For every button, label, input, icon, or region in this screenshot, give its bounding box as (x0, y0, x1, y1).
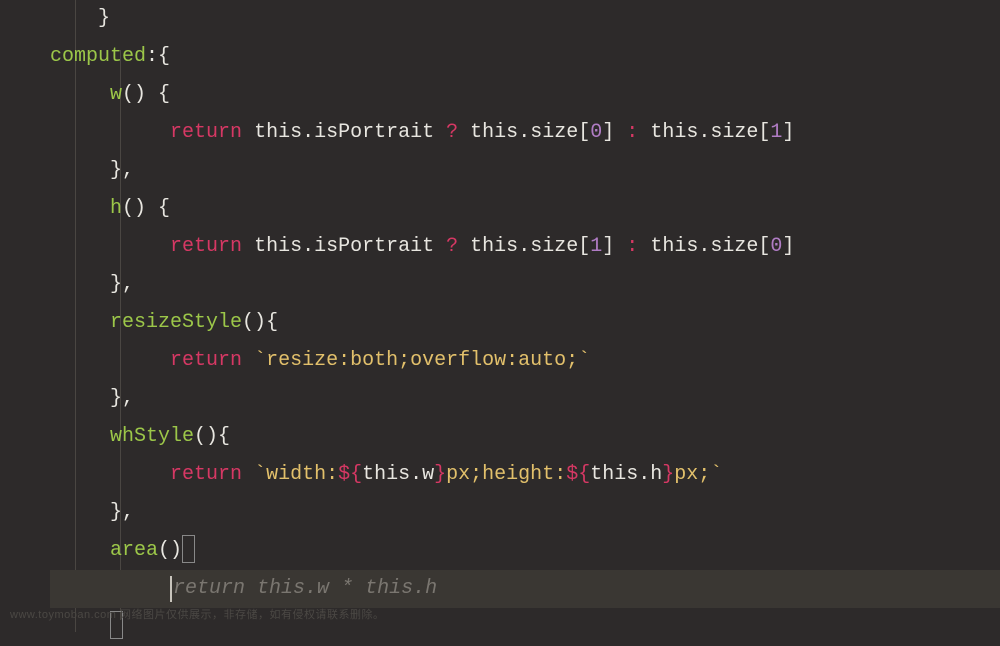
fn-h: h (110, 190, 122, 228)
parens: () (242, 304, 266, 342)
template-open: ${ (338, 456, 362, 494)
num-1: 1 (770, 114, 782, 152)
this-kw: this (650, 228, 698, 266)
prop-h: h (650, 456, 662, 494)
rbracket: ] (782, 228, 794, 266)
code-line[interactable]: }, (50, 494, 1000, 532)
template-open: ${ (566, 456, 590, 494)
prop-size: size (710, 228, 758, 266)
code-line[interactable]: return `resize:both;overflow:auto;` (50, 342, 1000, 380)
backtick: ` (710, 456, 722, 494)
ternary-colon: : (626, 228, 638, 266)
code-line-suggestion[interactable]: return this.w * this.h (50, 570, 1000, 608)
text-cursor (170, 576, 172, 602)
rbracket: ] (602, 114, 614, 152)
brace-close-comma: }, (110, 380, 134, 418)
prop-size: size (530, 114, 578, 152)
brace-open: { (146, 190, 170, 228)
this-kw: this (362, 456, 410, 494)
brace-close-comma: }, (110, 494, 134, 532)
dot: . (302, 228, 314, 266)
computed-key: computed (50, 38, 146, 76)
prop-isPortrait: isPortrait (314, 114, 434, 152)
code-line[interactable]: return `width:${this.w}px;height:${this.… (50, 456, 1000, 494)
dot: . (518, 114, 530, 152)
code-line[interactable]: w() { (50, 76, 1000, 114)
template-close: } (662, 456, 674, 494)
this-kw: this (470, 228, 518, 266)
code-line[interactable]: computed:{ (50, 38, 1000, 76)
string-content: width: (266, 456, 338, 494)
parens: () (122, 190, 146, 228)
code-editor[interactable]: } computed:{ w() { return this.isPortrai… (0, 0, 1000, 646)
ternary-q: ? (446, 114, 458, 152)
code-line[interactable]: return this.isPortrait ? this.size[0] : … (50, 114, 1000, 152)
string-content: px;height: (446, 456, 566, 494)
rbracket: ] (602, 228, 614, 266)
fn-area: area (110, 532, 158, 570)
lbracket: [ (578, 114, 590, 152)
prop-size: size (710, 114, 758, 152)
dot: . (638, 456, 650, 494)
parens: () (158, 532, 182, 570)
this-kw: this (254, 228, 302, 266)
string-content: resize:both;overflow:auto; (266, 342, 578, 380)
lbracket: [ (758, 114, 770, 152)
code-line[interactable]: h() { (50, 190, 1000, 228)
dot: . (302, 114, 314, 152)
num-0: 0 (590, 114, 602, 152)
backtick: ` (254, 342, 266, 380)
fn-w: w (110, 76, 122, 114)
brace-close: } (98, 0, 110, 38)
brace-open: { (146, 76, 170, 114)
prop-isPortrait: isPortrait (314, 228, 434, 266)
dot: . (698, 228, 710, 266)
code-line[interactable]: } (50, 0, 1000, 38)
inline-suggestion: return this.w * this.h (173, 570, 437, 608)
this-kw: this (470, 114, 518, 152)
code-line[interactable]: whStyle(){ (50, 418, 1000, 456)
string-content: px; (674, 456, 710, 494)
this-kw: this (254, 114, 302, 152)
return-kw: return (170, 114, 242, 152)
prop-w: w (422, 456, 434, 494)
colon-brace: :{ (146, 38, 170, 76)
lbracket: [ (758, 228, 770, 266)
template-close: } (434, 456, 446, 494)
return-kw: return (170, 228, 242, 266)
num-1: 1 (590, 228, 602, 266)
brace-open: { (266, 304, 278, 342)
rbracket: ] (782, 114, 794, 152)
ternary-q: ? (446, 228, 458, 266)
num-0: 0 (770, 228, 782, 266)
fn-resizeStyle: resizeStyle (110, 304, 242, 342)
backtick: ` (254, 456, 266, 494)
code-line[interactable]: area() (50, 532, 1000, 570)
fn-whStyle: whStyle (110, 418, 194, 456)
brace-open: { (218, 418, 230, 456)
parens: () (122, 76, 146, 114)
return-kw: return (170, 342, 242, 380)
dot: . (698, 114, 710, 152)
code-line[interactable]: }, (50, 152, 1000, 190)
dot: . (518, 228, 530, 266)
this-kw: this (650, 114, 698, 152)
code-line[interactable]: }, (50, 380, 1000, 418)
this-kw: this (590, 456, 638, 494)
return-kw: return (170, 456, 242, 494)
code-line[interactable]: resizeStyle(){ (50, 304, 1000, 342)
prop-size: size (530, 228, 578, 266)
brace (50, 0, 98, 38)
backtick: ` (578, 342, 590, 380)
cursor-bracket-match (182, 535, 195, 563)
code-line[interactable]: }, (50, 266, 1000, 304)
ternary-colon: : (626, 114, 638, 152)
brace-close-comma: }, (110, 266, 134, 304)
brace-close-comma: }, (110, 152, 134, 190)
code-line[interactable]: return this.isPortrait ? this.size[1] : … (50, 228, 1000, 266)
watermark-text: www.toymoban.com 网络图片仅供展示，非存储，如有侵权请联系删除。 (10, 605, 384, 626)
dot: . (410, 456, 422, 494)
parens: () (194, 418, 218, 456)
lbracket: [ (578, 228, 590, 266)
